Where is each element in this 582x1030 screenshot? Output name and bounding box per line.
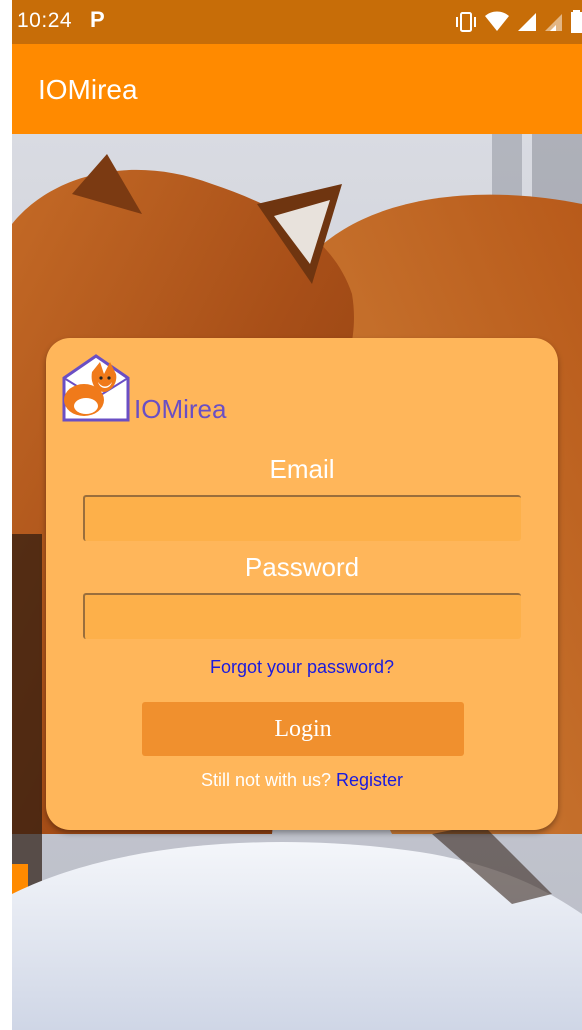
wifi-icon xyxy=(485,11,509,31)
parking-p-icon: P xyxy=(90,7,105,32)
vibrate-icon xyxy=(456,12,476,32)
login-button[interactable]: Login xyxy=(142,702,464,756)
password-label: Password xyxy=(244,552,360,582)
app-title: IOMirea xyxy=(38,74,138,105)
phone-screen: 10:24 P IOMirea IOMirea Email Password F… xyxy=(12,0,582,1030)
fox-envelope-logo-icon xyxy=(62,354,130,422)
app-bar: IOMirea xyxy=(12,44,582,134)
status-icons xyxy=(454,10,582,34)
register-link[interactable]: Register xyxy=(336,770,403,790)
logo-text: IOMirea xyxy=(134,394,227,424)
forgot-password-link[interactable]: Forgot your password? xyxy=(46,657,558,678)
signal-weak-icon xyxy=(545,14,562,31)
email-label: Email xyxy=(269,454,335,484)
register-prompt: Still not with us? xyxy=(200,770,331,790)
email-field[interactable] xyxy=(83,495,521,541)
login-card: IOMirea Email Password Forgot your passw… xyxy=(46,338,558,830)
battery-icon xyxy=(571,10,582,33)
status-bar: 10:24 P xyxy=(12,0,582,44)
signal-icon xyxy=(518,13,536,31)
register-row: Still not with us? Register xyxy=(46,770,558,791)
password-field[interactable] xyxy=(83,593,521,639)
status-time: 10:24 xyxy=(17,9,73,32)
